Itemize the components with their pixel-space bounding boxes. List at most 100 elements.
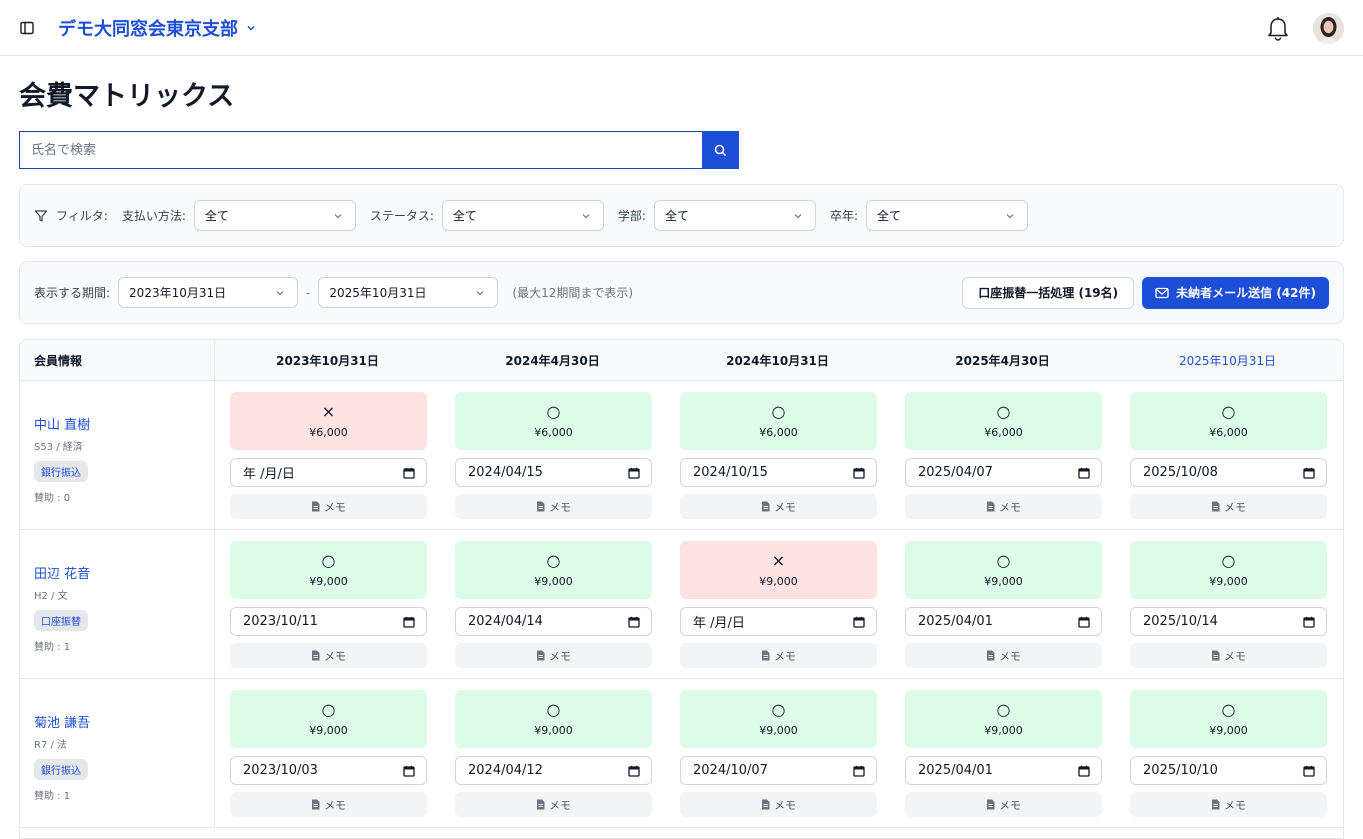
payment-date-input[interactable]: 2023/10/11 xyxy=(230,607,427,636)
payment-date-input[interactable]: 2024/10/15 xyxy=(680,458,877,487)
member-name-link[interactable]: 菊池 謙吾 xyxy=(34,712,90,731)
payment-date-value: 2023/10/11 xyxy=(243,614,318,629)
chevron-down-icon xyxy=(1005,210,1017,222)
fee-amount: ¥6,000 xyxy=(534,426,573,439)
memo-button[interactable]: メモ xyxy=(905,494,1102,519)
period-start-select[interactable]: 2023年10月31日 xyxy=(118,277,299,308)
memo-button[interactable]: メモ xyxy=(230,792,427,817)
memo-button[interactable]: メモ xyxy=(905,643,1102,668)
document-icon xyxy=(761,501,770,512)
memo-button[interactable]: メモ xyxy=(680,792,877,817)
payment-date-input[interactable]: 2025/04/01 xyxy=(905,607,1102,636)
payment-date-input[interactable]: 2024/04/15 xyxy=(455,458,652,487)
payment-status-toggle[interactable]: × ¥9,000 xyxy=(680,541,877,599)
payment-date-input[interactable]: 2025/04/01 xyxy=(905,756,1102,785)
fee-cell: ○ ¥9,000 2025/10/14 メモ xyxy=(1115,530,1340,678)
memo-button[interactable]: メモ xyxy=(1130,494,1327,519)
payment-status-toggle[interactable]: ○ ¥9,000 xyxy=(1130,690,1327,748)
faculty-label: 学部: xyxy=(617,209,646,223)
grad-year-select[interactable]: 全て xyxy=(866,200,1028,231)
fee-amount: ¥6,000 xyxy=(1209,426,1248,439)
payment-date-input[interactable]: 2025/10/14 xyxy=(1130,607,1327,636)
payment-status-toggle[interactable]: ○ ¥6,000 xyxy=(680,392,877,450)
bulk-transfer-button[interactable]: 口座振替一括処理 (19名) xyxy=(962,276,1135,309)
payment-date-input[interactable]: 2024/04/12 xyxy=(455,756,652,785)
fee-amount: ¥9,000 xyxy=(309,724,348,737)
fee-cell: ○ ¥9,000 2024/04/14 メモ xyxy=(440,530,665,678)
payment-date-input[interactable]: 2024/04/14 xyxy=(455,607,652,636)
faculty-select[interactable]: 全て xyxy=(653,200,816,231)
payment-method-badge: 口座振替 xyxy=(34,610,88,631)
avatar[interactable] xyxy=(1313,12,1344,44)
memo-button[interactable]: メモ xyxy=(905,792,1102,817)
status-mark: ○ xyxy=(996,700,1011,719)
sidebar-toggle-icon[interactable] xyxy=(19,20,35,36)
filter-label: フィルタ: xyxy=(34,207,108,224)
memo-button[interactable]: メモ xyxy=(455,494,652,519)
status-label: ステータス: xyxy=(369,209,434,223)
payment-date-input[interactable]: 2025/10/08 xyxy=(1130,458,1327,487)
member-info-cell: 田辺 花音 H2 / 文口座振替 賛助 : 1 xyxy=(20,530,215,678)
memo-button[interactable]: メモ xyxy=(455,792,652,817)
payment-status-toggle[interactable]: ○ ¥6,000 xyxy=(1130,392,1327,450)
document-icon xyxy=(986,501,995,512)
calendar-icon xyxy=(1303,764,1316,777)
fee-matrix-table: 会員情報 2023年10月31日 2024年4月30日 2024年10月31日 202… xyxy=(19,339,1344,839)
memo-button[interactable]: メモ xyxy=(230,643,427,668)
payment-status-toggle[interactable]: ○ ¥9,000 xyxy=(905,690,1102,748)
chevron-down-icon xyxy=(793,210,805,222)
member-info-cell: 中山 直樹 S53 / 経済 銀行振込 賛助 : 0 xyxy=(20,381,215,529)
fee-amount: ¥6,000 xyxy=(759,426,798,439)
fee-cell: ○ ¥9,000 2025/10/10 メモ xyxy=(1115,679,1340,827)
period-end-select[interactable]: 2025年10月31日 xyxy=(318,277,499,308)
payment-date-input[interactable]: 2023/10/03 xyxy=(230,756,427,785)
fee-cell: ○ ¥6,000 2024/10/15 メモ xyxy=(665,381,890,529)
payment-date-input[interactable]: 年 /月/日 xyxy=(230,458,427,487)
memo-button[interactable]: メモ xyxy=(680,643,877,668)
status-select[interactable]: 全て xyxy=(441,200,604,231)
table-row: 中山 直樹 S53 / 経済 銀行振込 賛助 : 0 × ¥6,000 年 /月/日 メモ ○ ¥… xyxy=(20,381,1343,530)
fee-amount: ¥9,000 xyxy=(534,575,573,588)
search-button[interactable] xyxy=(702,131,739,169)
memo-button[interactable]: メモ xyxy=(680,494,877,519)
chevron-down-icon xyxy=(246,22,258,34)
bell-icon[interactable] xyxy=(1265,15,1291,41)
status-mark: ○ xyxy=(996,402,1011,421)
payment-status-toggle[interactable]: × ¥6,000 xyxy=(230,392,427,450)
payment-status-toggle[interactable]: ○ ¥9,000 xyxy=(230,690,427,748)
payment-date-input[interactable]: 2025/04/07 xyxy=(905,458,1102,487)
member-name-link[interactable]: 田辺 花音 xyxy=(34,563,90,582)
memo-button[interactable]: メモ xyxy=(230,494,427,519)
member-meta: S53 / 経済 xyxy=(34,442,83,453)
payment-status-toggle[interactable]: ○ ¥9,000 xyxy=(1130,541,1327,599)
org-switcher[interactable]: デモ大同窓会東京支部 xyxy=(58,15,258,41)
memo-button[interactable]: メモ xyxy=(1130,792,1327,817)
payment-status-toggle[interactable]: ○ ¥9,000 xyxy=(455,690,652,748)
payment-date-value: 2025/04/07 xyxy=(918,465,993,480)
org-name: デモ大同窓会東京支部 xyxy=(58,18,238,40)
payment-date-input[interactable]: 年 /月/日 xyxy=(680,607,877,636)
calendar-icon xyxy=(628,764,641,777)
payment-status-toggle[interactable]: ○ ¥6,000 xyxy=(905,392,1102,450)
period-column-header: 2025年10月31日 xyxy=(1178,353,1277,368)
payment-status-toggle[interactable]: ○ ¥9,000 xyxy=(905,541,1102,599)
memo-button[interactable]: メモ xyxy=(1130,643,1327,668)
payment-status-toggle[interactable]: ○ ¥9,000 xyxy=(230,541,427,599)
payment-status-toggle[interactable]: ○ ¥9,000 xyxy=(455,541,652,599)
payment-method-select[interactable]: 全て xyxy=(193,200,356,231)
payment-date-input[interactable]: 2024/10/07 xyxy=(680,756,877,785)
status-mark: × xyxy=(321,402,336,421)
filter-icon xyxy=(34,209,48,223)
unpaid-mail-button[interactable]: 未納者メール送信 (42件) xyxy=(1142,276,1329,309)
member-name-link[interactable]: 中山 直樹 xyxy=(34,414,90,433)
fee-cell: ○ ¥9,000 2024/04/12 メモ xyxy=(440,679,665,827)
payment-status-toggle[interactable]: ○ ¥9,000 xyxy=(680,690,877,748)
status-mark: ○ xyxy=(321,551,336,570)
calendar-icon xyxy=(403,615,416,628)
search-input[interactable] xyxy=(19,131,702,169)
payment-status-toggle[interactable]: ○ ¥6,000 xyxy=(455,392,652,450)
faculty-filter: 学部: 全て xyxy=(618,200,816,231)
payment-date-input[interactable]: 2025/10/10 xyxy=(1130,756,1327,785)
fee-amount: ¥9,000 xyxy=(759,724,798,737)
memo-button[interactable]: メモ xyxy=(455,643,652,668)
